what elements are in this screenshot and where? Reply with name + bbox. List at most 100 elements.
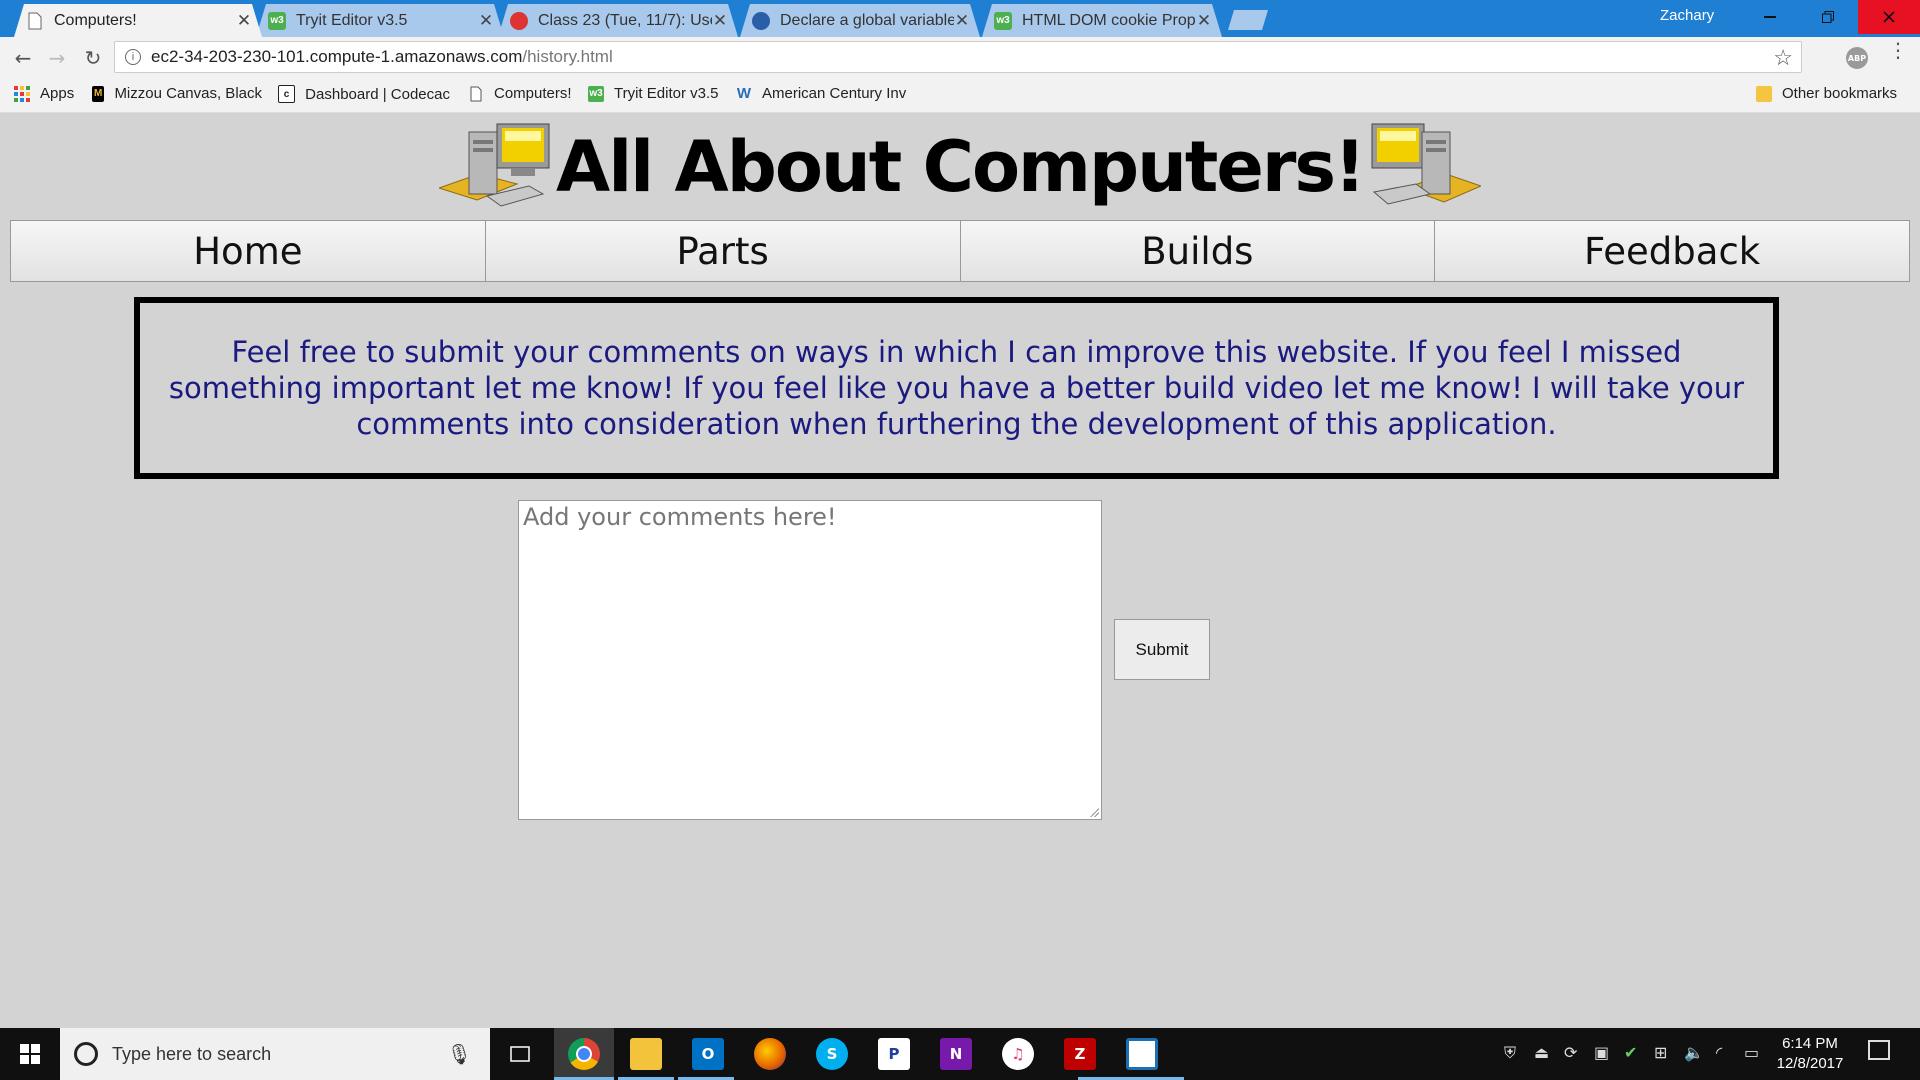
new-tab-button[interactable] — [1228, 10, 1268, 30]
tab-title: Tryit Editor v3.5 — [296, 11, 408, 29]
site-header: All About Computers! — [0, 117, 1920, 217]
tab-class-23[interactable]: Class 23 (Tue, 11/7): User ✕ — [498, 4, 738, 37]
computer-icon — [437, 122, 554, 212]
security-icon[interactable]: ⛨ — [1504, 1043, 1516, 1063]
url-path: /history.html — [522, 47, 613, 66]
volume-icon[interactable]: 🔈 — [1684, 1043, 1704, 1062]
tab-strip: Computers! ✕ w3 Tryit Editor v3.5 ✕ Clas… — [0, 0, 1920, 37]
nav-feedback[interactable]: Feedback — [1435, 221, 1909, 281]
w3schools-icon: w3 — [588, 85, 604, 102]
page-icon — [26, 12, 44, 30]
tab-title: Computers! — [54, 11, 137, 29]
bookmark-label: American Century Inv — [762, 85, 907, 102]
clock-time: 6:14 PM — [1782, 1035, 1838, 1052]
file-explorer-icon[interactable] — [630, 1038, 662, 1070]
display-icon[interactable]: ▣ — [1594, 1043, 1609, 1062]
browser-toolbar: ← → ↻ i ec2-34-203-230-101.compute-1.ama… — [0, 37, 1920, 78]
window-close-icon[interactable] — [1858, 0, 1920, 34]
reload-icon[interactable]: ↻ — [78, 43, 108, 73]
w3schools-icon: w3 — [994, 12, 1012, 30]
skype-icon[interactable]: S — [816, 1038, 848, 1070]
feedback-intro-text: Feel free to submit your comments on way… — [168, 335, 1745, 441]
mizzou-icon: M — [92, 85, 105, 102]
chrome-icon[interactable] — [568, 1038, 600, 1070]
tab-html-dom-cookie[interactable]: w3 HTML DOM cookie Prope ✕ — [982, 4, 1222, 37]
bookmark-label: Tryit Editor v3.5 — [614, 85, 719, 102]
close-icon[interactable]: ✕ — [712, 11, 728, 31]
bookmark-label: Mizzou Canvas, Black — [114, 85, 262, 102]
codecademy-icon: c — [278, 85, 296, 103]
bookmark-star-icon[interactable]: ☆ — [1773, 45, 1793, 71]
bookmark-label: Other bookmarks — [1782, 85, 1898, 102]
taskbar-search-placeholder: Type here to search — [112, 1043, 272, 1064]
outlook-icon[interactable]: O — [692, 1038, 724, 1070]
close-icon[interactable]: ✕ — [236, 11, 252, 31]
info-icon[interactable]: i — [125, 49, 141, 65]
back-arrow-icon[interactable]: ← — [8, 43, 38, 73]
tab-title: Class 23 (Tue, 11/7): User — [538, 11, 712, 29]
pandora-icon[interactable]: P — [878, 1038, 910, 1070]
tab-tryit-editor[interactable]: w3 Tryit Editor v3.5 ✕ — [256, 4, 504, 37]
canvas-icon — [510, 12, 528, 30]
onenote-icon[interactable]: N — [940, 1038, 972, 1070]
usb-icon[interactable]: ⏏ — [1534, 1043, 1549, 1062]
taskbar-search[interactable]: Type here to search 🎙 — [60, 1028, 490, 1080]
tab-title: HTML DOM cookie Prope — [1022, 11, 1196, 29]
adblock-icon[interactable]: ABP — [1846, 47, 1868, 69]
apps-grid-icon — [14, 85, 30, 102]
firefox-icon[interactable] — [754, 1038, 786, 1070]
battery-icon[interactable]: ▭ — [1744, 1043, 1759, 1062]
resize-grip-icon[interactable] — [1089, 807, 1099, 817]
taskbar-clock[interactable]: 6:14 PM 12/8/2017 — [1770, 1034, 1850, 1074]
bookmarks-bar: Apps M Mizzou Canvas, Black c Dashboard … — [0, 78, 1920, 113]
comment-textarea[interactable]: Add your comments here! — [518, 500, 1102, 820]
site-title: All About Computers! — [556, 126, 1366, 208]
wifi-icon[interactable]: ◜ — [1716, 1043, 1722, 1062]
page-icon — [468, 86, 484, 102]
tab-computers[interactable]: Computers! ✕ — [14, 4, 262, 37]
bookmark-computers[interactable]: Computers! — [468, 85, 572, 102]
bookmark-codecademy[interactable]: c Dashboard | Codecac — [278, 85, 450, 103]
close-icon[interactable]: ✕ — [1196, 11, 1212, 31]
bookmark-tryit-editor[interactable]: w3 Tryit Editor v3.5 — [588, 85, 718, 102]
tab-title: Declare a global variable — [780, 11, 954, 29]
folder-icon — [1756, 85, 1772, 102]
bookmark-mizzou[interactable]: M Mizzou Canvas, Black — [92, 85, 262, 102]
microphone-icon[interactable]: 🎙 — [447, 1042, 472, 1067]
american-century-icon: W — [736, 85, 752, 102]
restore-icon[interactable] — [1800, 0, 1856, 34]
submit-button[interactable]: Submit — [1114, 619, 1210, 680]
nav-parts[interactable]: Parts — [485, 221, 961, 281]
comment-placeholder: Add your comments here! — [523, 503, 837, 531]
filezilla-icon[interactable]: Z — [1064, 1038, 1096, 1070]
bookmark-label: Dashboard | Codecac — [305, 85, 450, 103]
notifications-icon[interactable] — [1868, 1040, 1890, 1060]
feedback-intro: Feel free to submit your comments on way… — [134, 297, 1779, 479]
windows-start-icon[interactable] — [0, 1028, 60, 1080]
nav-builds[interactable]: Builds — [960, 221, 1436, 281]
windows-taskbar: Type here to search 🎙 O S P N ♫ Z ⛨ ⏏ ⟳ … — [0, 1028, 1920, 1080]
menu-icon[interactable]: ⋮ — [1888, 40, 1908, 60]
bookmark-apps[interactable]: Apps — [14, 85, 74, 102]
globe-icon — [752, 12, 770, 30]
w3schools-icon: w3 — [268, 12, 286, 30]
itunes-icon[interactable]: ♫ — [1002, 1038, 1034, 1070]
address-bar[interactable]: i ec2-34-203-230-101.compute-1.amazonaws… — [114, 41, 1802, 73]
cortana-icon — [74, 1042, 98, 1066]
check-icon[interactable]: ✔ — [1624, 1043, 1637, 1062]
task-view-icon[interactable] — [504, 1038, 536, 1070]
sync-icon[interactable]: ⟳ — [1564, 1043, 1577, 1062]
bookmark-label: Apps — [40, 85, 75, 102]
forward-arrow-icon[interactable]: → — [42, 43, 72, 73]
remote-app-icon[interactable] — [1126, 1038, 1158, 1070]
close-icon[interactable]: ✕ — [478, 11, 494, 31]
network-share-icon[interactable]: ⊞ — [1654, 1043, 1667, 1062]
minimize-icon[interactable] — [1742, 0, 1798, 34]
computer-icon — [1366, 122, 1483, 212]
nav-home[interactable]: Home — [11, 221, 486, 281]
bookmark-other[interactable]: Other bookmarks — [1756, 85, 1897, 102]
profile-name[interactable]: Zachary — [1660, 7, 1714, 24]
bookmark-american-century[interactable]: W American Century Inv — [736, 85, 914, 102]
tab-declare-global[interactable]: Declare a global variable ✕ — [740, 4, 980, 37]
close-icon[interactable]: ✕ — [954, 11, 970, 31]
